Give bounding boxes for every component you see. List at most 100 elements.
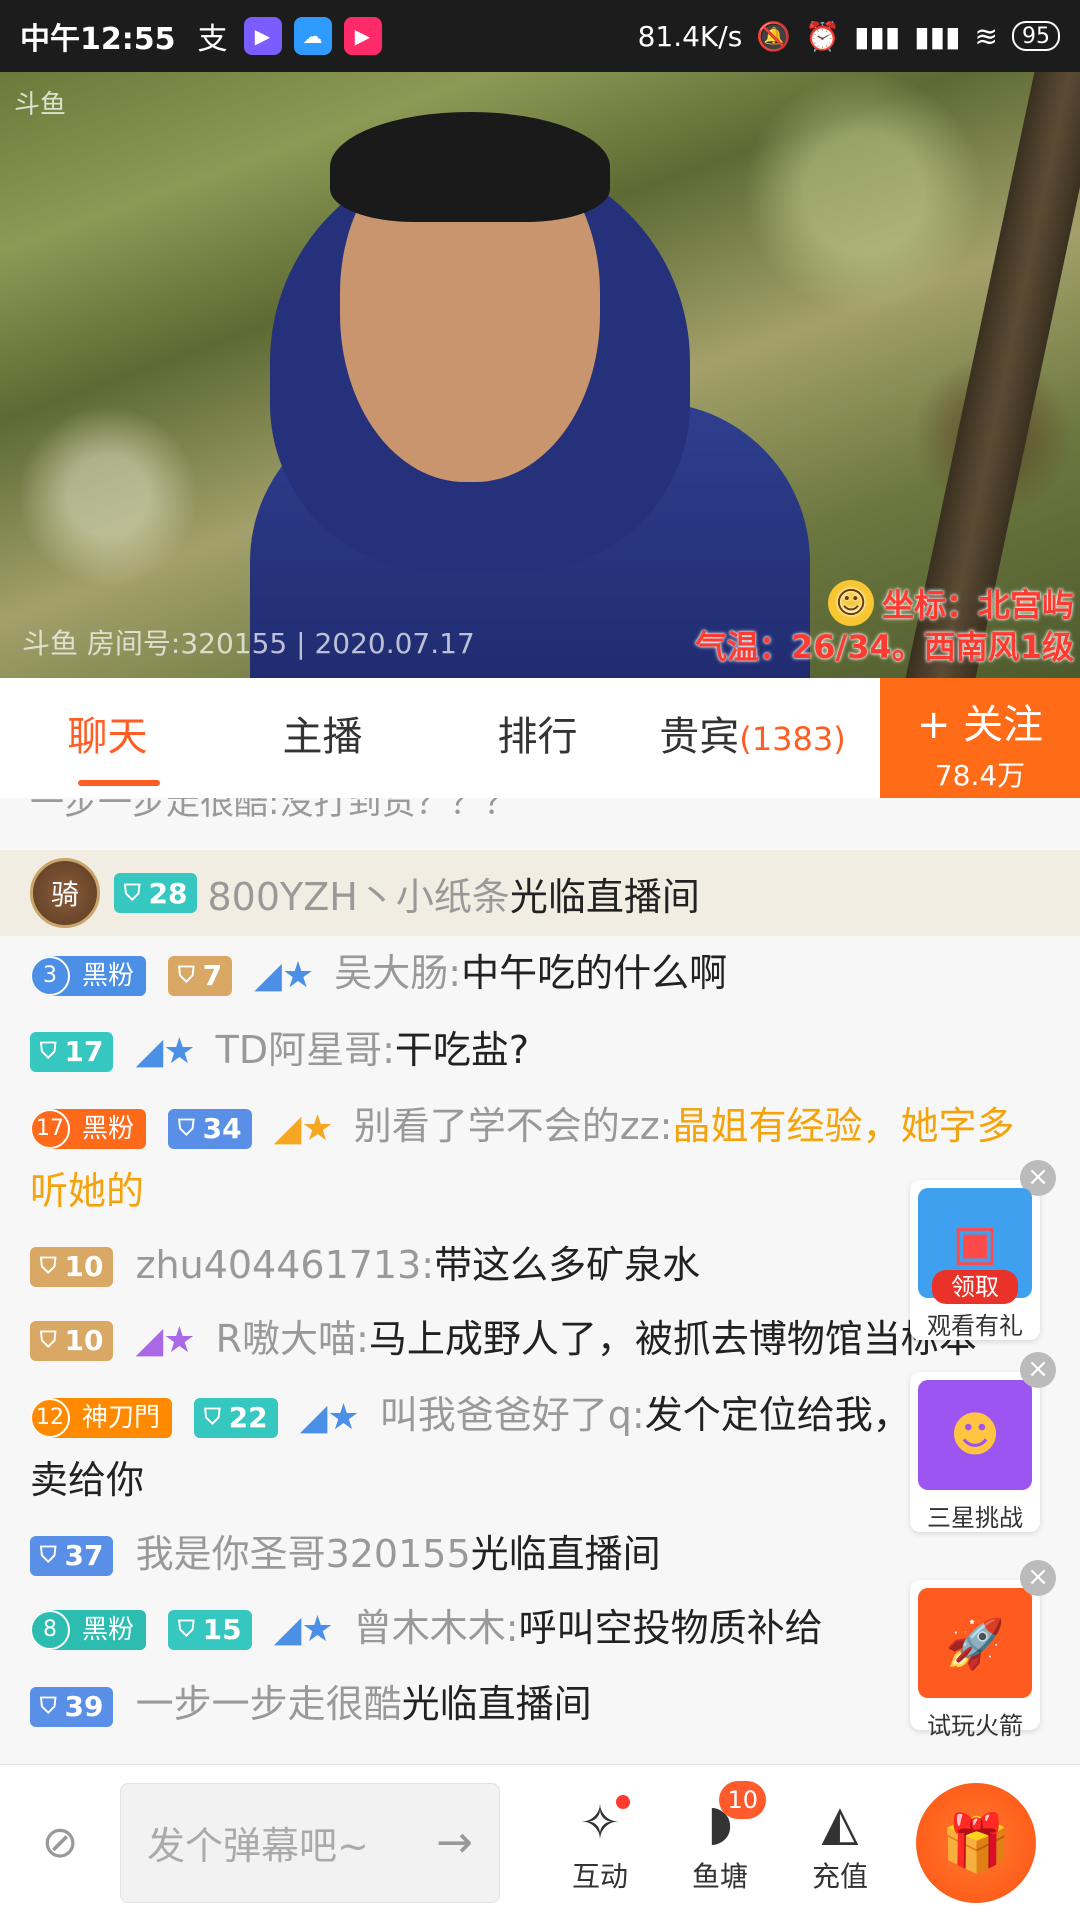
signal-icon: ▮▮▮	[854, 19, 901, 53]
floater-label: 三星挑战	[927, 1504, 1023, 1532]
recharge-label: 充值	[811, 1859, 868, 1893]
shield-icon: ⛉	[40, 1039, 57, 1064]
send-arrow-icon[interactable]: →	[436, 1817, 473, 1868]
chat-text: 干吃盐?	[394, 1027, 530, 1072]
gift-button[interactable]: 🎁	[916, 1783, 1036, 1903]
fishpond-label: 鱼塘	[691, 1859, 748, 1893]
live-video[interactable]: 斗鱼 斗鱼 房间号:320155 | 2020.07.17 ☺ 坐标：北宫屿 气…	[0, 72, 1080, 678]
youku-icon: ▶	[343, 17, 382, 55]
status-bar: 中午12:55 支 ▶ ☁ ▶ 81.4K/s 🔕 ⏰ ▮▮▮ ▮▮▮ ≋ 95	[0, 0, 1080, 72]
level-badge: ⛉ 34	[168, 1108, 252, 1149]
notification-dot	[616, 1794, 630, 1809]
alarm-icon: ⏰	[805, 19, 841, 53]
fan-badge: 17 黑粉	[30, 1108, 147, 1149]
shield-icon: ⛉	[40, 1693, 57, 1719]
treasure-chest-icon: ▣ 领取	[918, 1188, 1032, 1304]
level-badge: ⛉ 28	[114, 873, 198, 913]
floater-label: 试玩火箭	[927, 1712, 1023, 1740]
chat-username[interactable]: zhu404461713:	[136, 1243, 435, 1287]
shield-icon: ⛉	[178, 1617, 195, 1642]
status-time: 中午12:55	[20, 22, 176, 57]
fan-badge: 8 黑粉	[30, 1610, 147, 1650]
chat-username[interactable]: 一步一步走很酷	[136, 1682, 402, 1726]
fishpond-count-badge: 10	[719, 1780, 766, 1819]
follower-count: 78.4万	[934, 759, 1026, 792]
status-right: 81.4K/s 🔕 ⏰ ▮▮▮ ▮▮▮ ≋ 95	[638, 20, 1060, 53]
interact-button[interactable]: ✧ 互动	[540, 1791, 660, 1895]
user-card-icon: ☻	[918, 1380, 1032, 1490]
tab-chat[interactable]: 聊天	[0, 678, 215, 798]
video-app-icon: ▶	[243, 17, 282, 55]
danmu-input[interactable]: 发个弹幕吧~ →	[120, 1782, 500, 1903]
tab-streamer[interactable]: 主播	[215, 678, 430, 798]
level-badge: ⛉ 7	[168, 955, 233, 996]
room-info: 斗鱼 房间号:320155 | 2020.07.17	[22, 627, 475, 660]
close-icon[interactable]: ×	[1020, 1560, 1056, 1596]
signal-icon-2: ▮▮▮	[914, 19, 961, 53]
watch-gift-floater[interactable]: × ▣ 领取 观看有礼	[910, 1160, 1056, 1340]
network-speed: 81.4K/s	[637, 19, 743, 53]
level-badge: ⛉ 10	[30, 1247, 114, 1287]
level-badge: ⛉ 39	[30, 1686, 114, 1727]
tab-vip[interactable]: 贵宾(1383)	[645, 678, 860, 798]
level-badge: ⛉ 15	[168, 1610, 252, 1650]
rocket-floater[interactable]: × 🚀 试玩火箭	[910, 1560, 1056, 1740]
shield-icon: ⛉	[40, 1543, 57, 1568]
noble-wing-icon: ◢★	[135, 1031, 196, 1072]
chat-text: 带这么多矿泉水	[434, 1242, 701, 1287]
recharge-button[interactable]: ◭ 充值	[780, 1791, 900, 1895]
chat-text: 呼叫空投物质补给	[518, 1605, 823, 1650]
level-badge: ⛉ 10	[30, 1321, 114, 1361]
noble-wing-icon: ◢★	[135, 1320, 196, 1361]
chat-username[interactable]: 吴大肠:	[334, 951, 461, 995]
coord-overlay: ☺ 坐标：北宫屿	[827, 580, 1074, 626]
knight-enter-row: 骑 ⛉ 28 800YZH丶小纸条 光临直播间	[0, 850, 1080, 936]
party-popper-icon: ✧	[579, 1794, 621, 1851]
chat-username[interactable]: 曾木木木:	[354, 1606, 519, 1650]
chat-username[interactable]: TD阿星哥:	[216, 1028, 395, 1072]
chat-username[interactable]: R嗷大喵:	[216, 1317, 369, 1361]
bottom-bar: ⊘ 发个弹幕吧~ → ✧ 互动 10 ◗ 鱼塘 ◭ 充值 🎁	[0, 1764, 1080, 1920]
chat-text: 光临直播间	[401, 1682, 592, 1726]
hide-danmu-icon[interactable]: ⊘	[0, 1817, 120, 1868]
battery-indicator: 95	[1012, 21, 1060, 51]
noble-wing-icon: ◢★	[273, 1107, 334, 1149]
chat-username[interactable]: 我是你圣哥320155	[136, 1532, 471, 1576]
challenge-floater[interactable]: × ☻ 三星挑战	[910, 1352, 1056, 1532]
chat-text: 光临直播间	[509, 874, 700, 919]
chat-text: 马上成野人了，被抓去博物馆当标本	[368, 1316, 977, 1361]
chat-username[interactable]: 叫我爸爸好了q:	[380, 1393, 645, 1437]
fishpond-button[interactable]: 10 ◗ 鱼塘	[660, 1780, 780, 1895]
level-badge: ⛉ 22	[194, 1397, 278, 1438]
chat-username[interactable]: 别看了学不会的zz:	[354, 1104, 673, 1148]
partial-message: 一步一步走很酷:没打到货？？？	[30, 798, 518, 823]
shield-icon: ⛉	[40, 1254, 57, 1279]
cloud-app-icon: ☁	[293, 17, 332, 55]
gift-icon: 🎁	[941, 1811, 1011, 1876]
noble-wing-icon: ◢★	[273, 1609, 334, 1650]
level-badge: ⛉ 37	[30, 1536, 114, 1576]
rocket-icon: 🚀	[918, 1588, 1032, 1698]
close-icon[interactable]: ×	[1020, 1352, 1056, 1388]
wifi-icon: ≋	[974, 19, 998, 53]
shield-icon: ⛉	[178, 1115, 195, 1141]
alipay-icon: 支	[197, 22, 228, 57]
douyu-watermark: 斗鱼	[14, 90, 67, 120]
chat-username[interactable]: 800YZH丶小纸条	[207, 866, 509, 921]
tab-ranking[interactable]: 排行	[430, 678, 645, 798]
floater-label: 观看有礼	[927, 1312, 1023, 1340]
noble-wing-icon: ◢★	[254, 954, 315, 996]
interact-label: 互动	[571, 1859, 628, 1893]
chat-message: 3 黑粉 ⛉ 7 ◢★ 吴大肠:中午吃的什么啊	[0, 936, 1080, 1013]
shield-icon: ⛉	[124, 880, 141, 906]
level-badge: ⛉ 17	[30, 1032, 114, 1072]
fan-badge: 12 神刀門	[30, 1397, 173, 1438]
claim-badge: 领取	[932, 1270, 1018, 1304]
chat-text: 中午吃的什么啊	[461, 951, 728, 995]
smile-emoji-icon: ☺	[827, 580, 874, 626]
shield-icon: ⛉	[40, 1328, 57, 1353]
shield-icon: ⛉	[178, 962, 195, 988]
vip-count: (1383)	[739, 720, 846, 758]
mute-icon: 🔕	[756, 19, 792, 53]
follow-button[interactable]: + 关注 78.4万	[880, 678, 1080, 798]
